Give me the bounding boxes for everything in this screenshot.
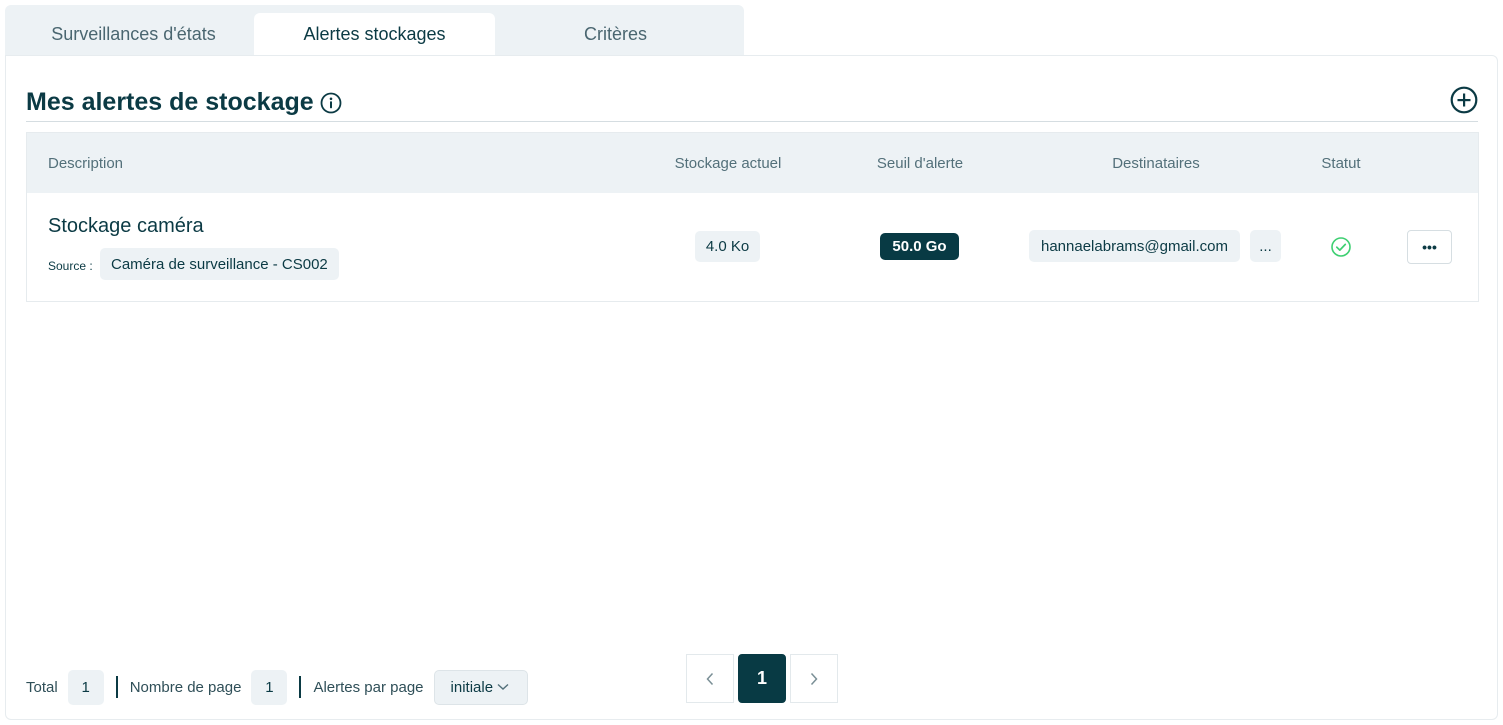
tab-bar: Surveillances d'états Alertes stockages … [5, 5, 744, 56]
prev-page-button[interactable] [686, 654, 734, 703]
page-button-current[interactable]: 1 [738, 654, 786, 703]
source-badge: Caméra de surveillance - CS002 [100, 248, 339, 280]
chevron-left-icon [706, 672, 714, 685]
info-circle-icon[interactable] [320, 92, 342, 114]
table-row: Stockage caméra Source : Caméra de surve… [27, 193, 1478, 301]
pages-label: Nombre de page [129, 678, 242, 696]
threshold-badge: 50.0 Go [880, 233, 959, 260]
column-status: Statut [1321, 154, 1361, 172]
row-actions-button[interactable]: ••• [1407, 230, 1452, 264]
more-recipients-button[interactable]: ... [1250, 230, 1281, 262]
column-description: Description [48, 154, 124, 172]
chevron-right-icon [810, 672, 818, 685]
page-title: Mes alertes de stockage [26, 88, 314, 116]
title-row: Mes alertes de stockage [26, 88, 342, 117]
column-threshold: Seuil d'alerte [876, 154, 964, 172]
tab-surveillances[interactable]: Surveillances d'états [13, 13, 254, 56]
next-page-button[interactable] [790, 654, 838, 703]
pages-value: 1 [251, 669, 288, 705]
tab-alertes-stockages[interactable]: Alertes stockages [254, 13, 495, 56]
storage-alerts-panel: Mes alertes de stockage Description Stoc… [5, 55, 1498, 720]
tab-criteres[interactable]: Critères [495, 13, 736, 56]
column-recipients: Destinataires [1112, 154, 1200, 172]
pagination: 1 [686, 654, 842, 703]
footer-separator [115, 676, 118, 698]
footer-separator [299, 676, 302, 698]
alert-title: Stockage caméra [48, 215, 204, 237]
recipient-badge: hannaelabrams@gmail.com [1029, 230, 1240, 262]
alerts-table: Description Stockage actuel Seuil d'aler… [26, 132, 1479, 302]
table-header: Description Stockage actuel Seuil d'aler… [27, 133, 1478, 193]
per-page-label: Alertes par page [313, 678, 424, 696]
column-current-storage: Stockage actuel [674, 154, 782, 172]
plus-circle-icon[interactable] [1450, 86, 1478, 114]
title-divider [26, 121, 1478, 122]
check-circle-icon [1331, 237, 1351, 257]
total-label: Total [26, 678, 58, 696]
current-storage-badge: 4.0 Ko [695, 231, 760, 262]
per-page-value: initiale [450, 678, 494, 696]
total-value: 1 [67, 669, 104, 705]
source-label: Source : [48, 259, 93, 273]
per-page-select[interactable]: initiale [433, 669, 529, 705]
chevron-down-icon [497, 683, 509, 690]
table-footer: Total 1 Nombre de page 1 Alertes par pag… [26, 669, 529, 705]
